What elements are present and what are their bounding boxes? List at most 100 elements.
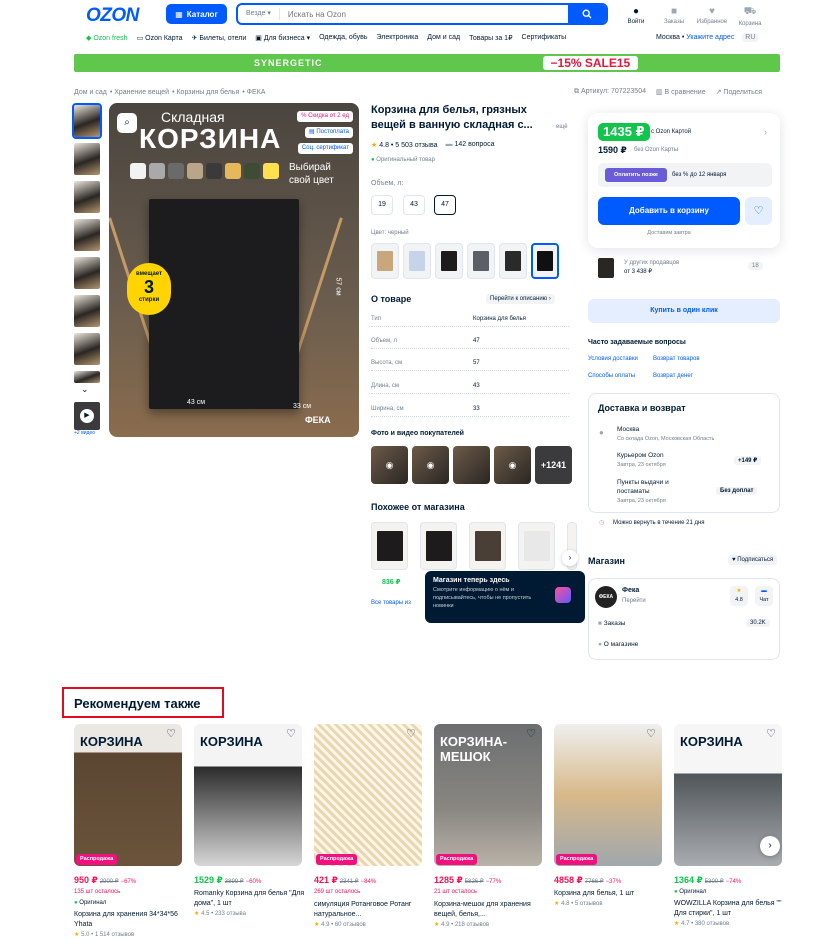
subnav-item-tickets[interactable]: ✈ Билеты, отели — [192, 34, 247, 42]
similar-next-arrow[interactable]: › — [562, 550, 578, 566]
gallery-thumb[interactable] — [74, 219, 100, 251]
recommend-product-name[interactable]: Корзина-мешок для хранения вещей, белья,… — [434, 900, 546, 920]
recommend-next-arrow[interactable]: › — [760, 836, 780, 856]
heart-icon[interactable]: ♡ — [524, 727, 538, 741]
recommend-product-name[interactable]: Корзина для белья, 1 шт — [554, 889, 666, 899]
title-more-link[interactable]: ещё — [556, 124, 568, 130]
rating[interactable]: ★ 4.8 • 5 503 отзыва — [371, 141, 438, 149]
customer-video[interactable]: ◉ — [494, 446, 531, 484]
subnav-item-home[interactable]: Дом и сад — [427, 34, 460, 42]
price-with-card[interactable]: 1435 ₽ — [598, 123, 650, 141]
tag-discount[interactable]: % Скидка от 2 ед — [297, 111, 353, 122]
main-product-image[interactable]: ⌕ Складная КОРЗИНА Выбирай свой цвет вме… — [109, 103, 359, 437]
recommend-product-name[interactable]: Корзина для хранения 34*34*56 Yhata — [74, 910, 186, 930]
gallery-thumb[interactable] — [74, 143, 100, 175]
promo-banner[interactable]: SYNERGETIC −15% SALE15 — [74, 54, 780, 72]
description-link[interactable]: Перейти к описанию › — [486, 294, 555, 304]
orders-button[interactable]: ■ Заказы — [656, 6, 692, 25]
similar-product-card[interactable] — [371, 522, 408, 570]
cart-button[interactable]: ⛟ Корзина — [732, 6, 768, 27]
color-option[interactable] — [435, 243, 463, 279]
volume-option-selected[interactable]: 47 — [434, 195, 456, 215]
heart-icon[interactable]: ♡ — [284, 727, 298, 741]
chevron-down-icon[interactable]: ⌄ — [81, 384, 89, 395]
gallery-thumb[interactable] — [72, 103, 102, 139]
other-sellers-row[interactable]: У других продавцов от 3 438 ₽ 18 — [598, 257, 780, 279]
heart-icon[interactable]: ♡ — [404, 727, 418, 741]
add-to-cart-button[interactable]: Добавить в корзину — [598, 197, 740, 225]
volume-option[interactable]: 43 — [403, 195, 425, 215]
shop-name[interactable]: Фека — [622, 587, 639, 594]
customer-photo[interactable] — [453, 446, 490, 484]
breadcrumb-item[interactable]: Корзины для белья — [176, 89, 239, 96]
customer-video[interactable]: ◉ — [371, 446, 408, 484]
color-option[interactable] — [403, 243, 431, 279]
region-selector[interactable]: Москва • Укажите адрес RU — [656, 33, 759, 42]
buy-one-click-button[interactable]: Купить в один клик — [588, 299, 780, 323]
shop-about-link[interactable]: ● О магазине — [598, 641, 638, 648]
heart-icon[interactable]: ♡ — [164, 727, 178, 741]
subnav-item-clothes[interactable]: Одежда, обувь — [319, 34, 367, 42]
pickup-option[interactable]: Пункты выдачи и постаматы Завтра, 23 октяб… — [617, 478, 669, 506]
pay-later-button[interactable]: Оплатить позже — [605, 168, 667, 182]
questions-link[interactable]: ▬ 142 вопроса — [446, 141, 495, 149]
recommend-product-name[interactable]: симуляция Ротанговое Ротанг натуральное.… — [314, 900, 426, 920]
courier-option[interactable]: Курьером Ozon Завтра, 23 октября — [617, 451, 666, 470]
compare-button[interactable]: ▥ В сравнение — [656, 88, 706, 96]
login-button[interactable]: ● Войти — [618, 6, 654, 25]
gallery-thumb[interactable] — [74, 181, 100, 213]
zoom-icon[interactable]: ⌕ — [117, 113, 137, 133]
catalog-button[interactable]: ▦ Каталог — [166, 4, 227, 24]
return-note[interactable]: ◷ Можно вернуть в течение 21 дня — [588, 513, 780, 533]
share-button[interactable]: ↗ Поделиться — [716, 88, 762, 96]
chevron-right-icon[interactable]: › — [764, 127, 767, 137]
recommend-product-image[interactable]: КОРЗИНА — [194, 724, 302, 866]
color-option-selected[interactable] — [531, 243, 559, 279]
subnav-item-fresh[interactable]: ◆ Ozon fresh — [86, 34, 128, 42]
tag-postpay[interactable]: ▤ Постоплата — [305, 127, 353, 138]
breadcrumb-item[interactable]: ФЕКА — [247, 89, 266, 96]
subnav-item-card[interactable]: ▭ Ozon Карта — [137, 34, 183, 42]
recommend-product-name[interactable]: Romanky Корзина для белья "Для дома", 1 … — [194, 889, 306, 909]
similar-product-card[interactable] — [469, 522, 506, 570]
volume-option[interactable]: 19 — [371, 195, 393, 215]
color-option[interactable] — [371, 243, 399, 279]
search-scope-select[interactable]: Везде ▾ — [238, 8, 280, 20]
shop-rating[interactable]: ★ 4.8 — [730, 586, 748, 606]
color-option[interactable] — [467, 243, 495, 279]
customer-video[interactable]: ◉ — [412, 446, 449, 484]
tag-certificate[interactable]: Соц. сертификат — [297, 143, 353, 154]
delivery-city[interactable]: Москва Со склада Ozon, Московская Область — [617, 425, 714, 444]
subnav-item-electronics[interactable]: Электроника — [377, 34, 419, 42]
search-input[interactable] — [279, 9, 568, 19]
recommend-product-image[interactable] — [554, 724, 662, 866]
recommend-product-image[interactable]: КОРЗИНА-МЕШОК — [434, 724, 542, 866]
breadcrumb-item[interactable]: Хранение вещей — [114, 89, 169, 96]
article-number[interactable]: ⧉ Артикул: 707223504 — [574, 88, 646, 96]
color-option[interactable] — [499, 243, 527, 279]
language-select[interactable]: RU — [742, 33, 759, 42]
similar-product-card[interactable] — [518, 522, 555, 570]
faq-link[interactable]: Способы оплаты — [588, 373, 635, 379]
similar-product-card[interactable] — [420, 522, 457, 570]
ozon-logo[interactable]: OZON — [86, 5, 139, 27]
gallery-thumb[interactable] — [74, 257, 100, 289]
shop-logo[interactable]: ФЕКА — [595, 586, 617, 608]
heart-icon[interactable]: ♡ — [764, 727, 778, 741]
search-button[interactable] — [568, 5, 606, 23]
gallery-video-thumb[interactable]: ▶ — [74, 402, 100, 430]
subnav-item-certificates[interactable]: Сертификаты — [522, 34, 567, 42]
subnav-item-business[interactable]: ▣ Для бизнеса ▾ — [255, 34, 310, 42]
subscribe-button[interactable]: ♥ Подписаться — [728, 555, 778, 565]
add-to-favorites-button[interactable]: ♡ — [745, 197, 772, 225]
gallery-thumb[interactable] — [74, 295, 100, 327]
shop-chat-button[interactable]: ▬ Чат — [755, 586, 773, 606]
faq-link[interactable]: Возврат денег — [653, 373, 693, 379]
recommend-product-image[interactable]: КОРЗИНА — [74, 724, 182, 866]
faq-link[interactable]: Условия доставки — [588, 356, 638, 362]
subnav-item-1rub[interactable]: Товары за 1₽ — [469, 34, 512, 42]
gallery-thumb[interactable] — [74, 333, 100, 365]
recommend-product-name[interactable]: WOWZILLA Корзина для белья "" Для стирки… — [674, 899, 786, 919]
gallery-thumb[interactable] — [74, 371, 100, 383]
recommend-product-image[interactable] — [314, 724, 422, 866]
